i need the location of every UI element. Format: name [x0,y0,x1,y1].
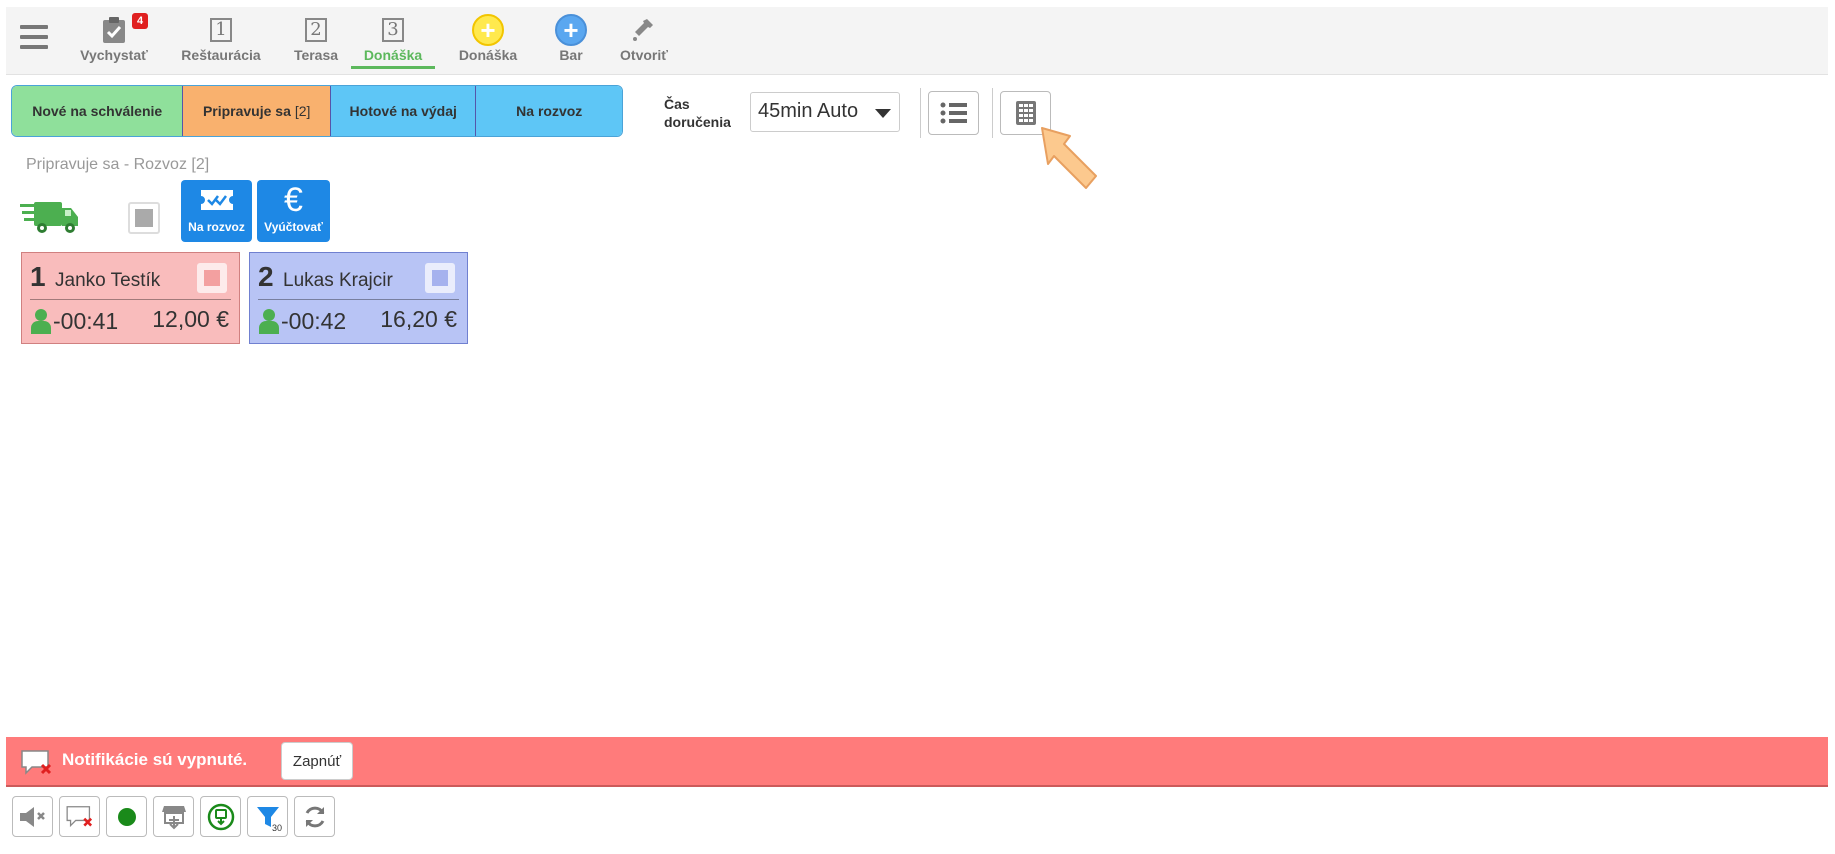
na-rozvoz-label: Na rozvoz [188,220,245,234]
vyuctovat-label: Vyúčtovať [264,220,323,234]
notification-off-icon [66,805,92,827]
pointer-hand-icon [1041,127,1097,189]
delivery-time-label-line2: doručenia [664,114,731,130]
enable-notifications-button[interactable]: Zapnúť [281,742,353,780]
list-view-button[interactable] [928,91,979,135]
filter-button[interactable]: 30 [247,796,288,837]
online-status-button[interactable] [106,796,147,837]
nav-label: Vychystať [80,47,148,63]
order-time: -00:42 [281,308,347,334]
table-number-icon: 1 [210,18,232,42]
filter-new[interactable]: Nové na schválenie [12,86,184,136]
refresh-icon [305,806,324,827]
delivery-time-label: Čas doručenia [664,95,731,131]
divider [30,299,231,300]
top-nav: 4 Vychystať 1 Reštaurácia 2 Terasa 3 Don… [6,7,1828,75]
filter-preparing-count: [2] [294,103,311,119]
shop-icon [161,805,186,829]
app-root: 4 Vychystať 1 Reštaurácia 2 Terasa 3 Don… [0,0,1835,854]
bottom-toolbar: 30 [12,796,335,837]
nav-label: Reštaurácia [181,47,261,63]
status-dot-icon [117,807,136,826]
order-customer-name: Janko Testík [55,270,161,291]
filter-preparing-label: Pripravuje sa [202,103,291,119]
order-price: 16,20 € [380,306,457,332]
nav-terasa[interactable]: 2 Terasa [286,13,346,69]
person-icon [31,309,51,334]
ticket-check-icon [200,190,233,210]
nav-donaska-active[interactable]: 3 Donáška [351,13,435,69]
nav-otvorit[interactable]: Otvoriť [612,13,676,69]
order-number: 2 [258,261,274,292]
clipboard-check-icon [103,17,125,43]
shop-button[interactable] [153,796,194,837]
refresh-button[interactable] [294,796,335,837]
nav-restauracia[interactable]: 1 Reštaurácia [174,13,268,69]
chevron-down-icon [875,109,891,118]
person-icon [259,309,279,334]
notifications-toggle-button[interactable] [59,796,100,837]
nav-badge: 4 [132,13,149,29]
filter-preparing[interactable]: Pripravuje sa [2] [183,86,331,136]
nav-label: Terasa [293,47,339,63]
na-rozvoz-button[interactable]: Na rozvoz [181,180,252,242]
section-title: Pripravuje sa - Rozvoz [2] [26,156,210,173]
nav-label: Donáška [458,47,518,63]
filter-delivery-label: Na rozvoz [516,103,583,119]
select-all-checkbox[interactable] [128,202,160,234]
nav-label: Otvoriť [620,47,668,63]
status-filter-group: Nové na schválenie Pripravuje sa [2] Hoto… [11,85,623,137]
order-checkbox[interactable] [197,263,227,293]
list-icon [940,102,967,124]
order-time: -00:41 [53,308,119,334]
delivery-truck-icon[interactable] [20,196,80,236]
filter-ready-label: Hotové na výdaj [349,103,457,119]
filter-count: 30 [271,823,282,833]
order-card[interactable]: 2 Lukas Krajcir -00:42 16,20 € [249,252,468,344]
plus-circle-blue-icon: + [555,14,587,46]
terminal-icon [207,803,234,830]
notification-off-icon [21,750,52,775]
order-checkbox[interactable] [425,263,455,293]
mute-button[interactable] [12,796,53,837]
divider [258,299,459,300]
nav-vychystat[interactable]: 4 Vychystať [74,13,154,69]
order-number: 1 [30,261,46,292]
filter-delivery[interactable]: Na rozvoz [476,86,622,136]
nav-bar[interactable]: + Bar [546,13,596,69]
table-number-icon: 3 [382,18,404,42]
terminal-button[interactable] [200,796,241,837]
table-number-icon: 2 [305,18,327,42]
divider [992,88,993,138]
nav-donaska-new[interactable]: + Donáška [450,13,526,69]
order-card[interactable]: 1 Janko Testík -00:41 12,00 € [21,252,240,344]
speaker-mute-icon [19,806,45,827]
filter-ready[interactable]: Hotové na výdaj [330,86,477,136]
nav-label: Bar [559,47,583,63]
divider [920,88,921,138]
menu-icon[interactable] [20,25,48,51]
order-price: 12,00 € [152,306,229,332]
notification-text: Notifikácie sú vypnuté. [62,750,248,769]
plus-circle-yellow-icon: + [472,14,504,46]
bottle-icon [633,19,653,41]
vyuctovat-button[interactable]: € Vyúčtovať [257,180,330,242]
delivery-time-select[interactable]: 45min Auto [750,92,900,132]
nav-label: Donáška [363,47,423,63]
delivery-time-value: 45min Auto [758,100,859,122]
grid-icon [1015,101,1036,125]
filter-new-label: Nové na schválenie [32,103,163,119]
delivery-time-label-line1: Čas [664,96,690,112]
euro-icon: € [284,180,303,219]
order-customer-name: Lukas Krajcir [283,270,393,291]
notification-bar: Notifikácie sú vypnuté. Zapnúť [6,737,1828,787]
